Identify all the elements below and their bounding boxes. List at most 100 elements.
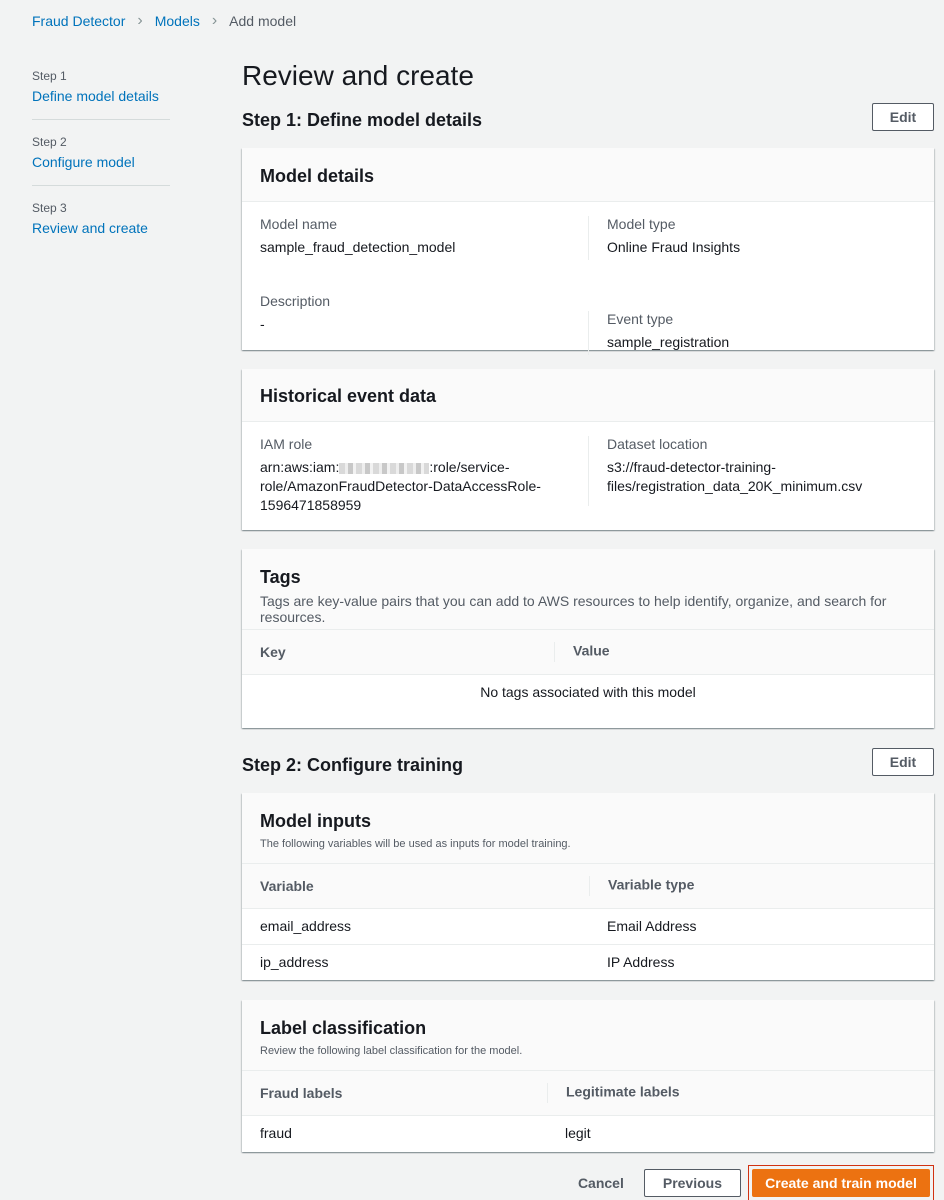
step1-title: Step 1: Define model details [242, 110, 483, 130]
iam-role-prefix: arn:aws:iam: [260, 459, 340, 475]
step-number: Step 3 [32, 201, 67, 215]
model-name-field: Model name sample_fraud_detection_model [260, 216, 588, 278]
iam-role-line2: role/AmazonFraudDetector-DataAccessRole- [260, 478, 541, 494]
wizard-step-3: Step 3 Review and create [32, 201, 170, 251]
iam-role-suffix: :role/service- [429, 459, 510, 475]
dataset-location-field: Dataset location s3://fraud-detector-tra… [588, 436, 916, 506]
variable-cell: email_address [242, 908, 589, 945]
iam-role-value: arn:aws:iam: :role/service- role/AmazonFr… [260, 458, 570, 515]
step-link-define-model-details[interactable]: Define model details [32, 88, 170, 105]
card-header: Historical event data [242, 369, 934, 422]
column-variable-type-label: Variable type [608, 876, 695, 893]
wizard-actions: Cancel Previous Create and train model [558, 1165, 934, 1200]
model-type-value: Online Fraud Insights [607, 239, 741, 255]
model-details-title: Model details [260, 166, 375, 186]
wizard-step-2: Step 2 Configure model [32, 135, 170, 186]
column-fraud-labels[interactable]: Fraud labels [242, 1071, 547, 1116]
model-name-label: Model name [260, 216, 338, 232]
chevron-right-icon: › [211, 12, 218, 29]
event-type-field: Event type sample_registration [588, 311, 916, 355]
tags-empty-message: No tags associated with this model [480, 684, 696, 701]
column-value[interactable]: Value [554, 630, 934, 675]
label-classification-description: Review the following label classificatio… [260, 1045, 523, 1057]
chevron-right-icon: › [137, 12, 143, 29]
table-row: fraud legit [242, 1115, 934, 1151]
card-header: Model inputs The following variables wil… [242, 793, 934, 864]
table-header-row: Fraud labels Legitimate labels [242, 1071, 934, 1116]
dataset-line1: s3://fraud-detector-training- [607, 459, 776, 475]
column-key[interactable]: Key [242, 630, 554, 675]
edit-step2-button[interactable]: Edit [872, 747, 934, 776]
model-type-field: Model type Online Fraud Insights [588, 216, 916, 260]
column-variable[interactable]: Variable [242, 864, 589, 909]
table-header-row: Variable Variable type [242, 864, 934, 909]
dataset-location-value: s3://fraud-detector-training- files/regi… [607, 458, 898, 496]
step1-header: Step 1: Define model details Edit [242, 102, 934, 131]
column-legitimate-labels-label: Legitimate labels [566, 1083, 680, 1100]
description-value: - [260, 316, 265, 332]
wizard-steps: Step 1 Define model details Step 2 Confi… [32, 69, 170, 266]
tags-card: Tags Tags are key-value pairs that you c… [242, 549, 934, 728]
iam-role-label: IAM role [260, 436, 313, 452]
step-link-configure-model[interactable]: Configure model [32, 154, 170, 171]
column-divider [554, 641, 555, 662]
previous-button[interactable]: Previous [643, 1169, 741, 1197]
tags-table: Key Value No tags associated with this m… [242, 630, 934, 710]
description-field: Description - [260, 293, 588, 355]
column-value-label: Value [573, 642, 610, 659]
iam-role-line3: 1596471858959 [260, 497, 362, 513]
column-legitimate-labels[interactable]: Legitimate labels [547, 1071, 934, 1116]
step-number: Step 2 [32, 135, 67, 149]
step2-title: Step 2: Configure training [242, 755, 464, 775]
breadcrumb-models[interactable]: Models [155, 13, 200, 29]
create-and-train-model-button[interactable]: Create and train model [752, 1169, 930, 1197]
table-row: email_address Email Address [242, 908, 934, 945]
tags-description: Tags are key-value pairs that you can ad… [260, 593, 887, 625]
model-inputs-title: Model inputs [260, 811, 371, 831]
historical-data-grid: IAM role arn:aws:iam: :role/service- role… [242, 422, 934, 515]
variable-type-cell: Email Address [589, 908, 934, 945]
description-label: Description [260, 293, 331, 309]
label-classification-title: Label classification [260, 1018, 427, 1038]
variable-cell: ip_address [260, 954, 329, 971]
breadcrumb: Fraud Detector › Models › Add model [32, 12, 297, 30]
iam-role-field: IAM role arn:aws:iam: :role/service- role… [260, 436, 588, 515]
variable-type-cell: IP Address [607, 954, 675, 971]
event-type-label: Event type [607, 311, 674, 327]
model-inputs-description: The following variables will be used as … [260, 838, 571, 850]
model-name-value: sample_fraud_detection_model [260, 239, 456, 255]
column-variable-type[interactable]: Variable type [589, 864, 934, 909]
card-header: Tags Tags are key-value pairs that you c… [242, 549, 934, 630]
step-link-review-and-create[interactable]: Review and create [32, 220, 170, 237]
model-inputs-card: Model inputs The following variables wil… [242, 793, 934, 980]
label-classification-table: Fraud labels Legitimate labels fraud leg… [242, 1071, 934, 1151]
column-divider [547, 1082, 548, 1103]
dataset-location-label: Dataset location [607, 436, 708, 452]
edit-step1-button[interactable]: Edit [872, 102, 934, 131]
historical-data-title: Historical event data [260, 386, 437, 406]
wizard-step-1: Step 1 Define model details [32, 69, 170, 120]
redacted-account-id [339, 462, 430, 474]
model-details-card: Model details Model name sample_fraud_de… [242, 148, 934, 355]
fraud-label-cell: fraud [260, 1125, 292, 1142]
tags-title: Tags [260, 567, 301, 587]
dataset-line2: files/registration_data_20K_minimum.csv [607, 478, 863, 494]
card-header: Model details [242, 148, 934, 202]
model-details-grid: Model name sample_fraud_detection_model … [242, 202, 934, 355]
column-divider [589, 875, 590, 896]
legit-label-cell: legit [565, 1125, 591, 1142]
step2-header: Step 2: Configure training Edit [242, 747, 934, 776]
step-number: Step 1 [32, 69, 67, 83]
breadcrumb-fraud-detector[interactable]: Fraud Detector [32, 13, 125, 29]
model-type-label: Model type [607, 216, 676, 232]
page-title: Review and create [242, 60, 474, 91]
event-type-value: sample_registration [607, 334, 730, 350]
card-header: Label classification Review the followin… [242, 1000, 934, 1071]
highlight-box: Create and train model [748, 1165, 934, 1200]
model-inputs-table: Variable Variable type email_address Ema… [242, 864, 934, 980]
table-row: ip_address IP Address [242, 944, 934, 980]
cancel-button[interactable]: Cancel [558, 1169, 644, 1197]
table-row: No tags associated with this model [242, 674, 934, 710]
breadcrumb-add-model: Add model [229, 13, 297, 29]
table-header-row: Key Value [242, 630, 934, 675]
